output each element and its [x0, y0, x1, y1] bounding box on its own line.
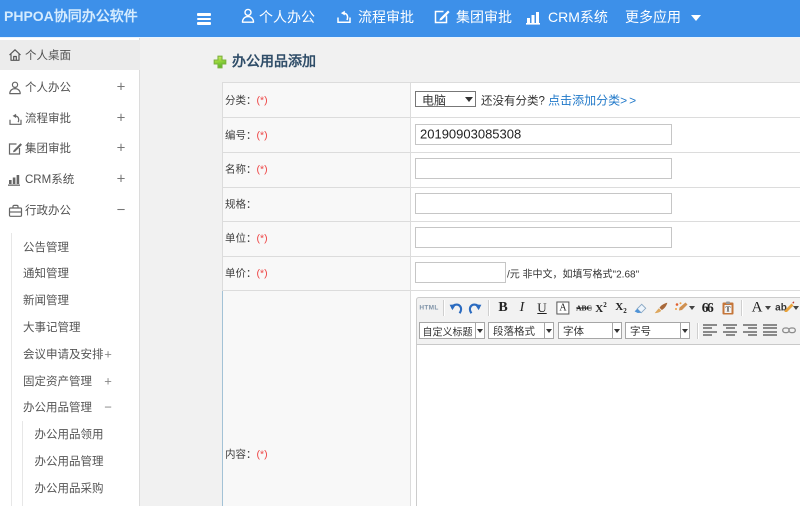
svg-text:T: T [725, 305, 730, 314]
